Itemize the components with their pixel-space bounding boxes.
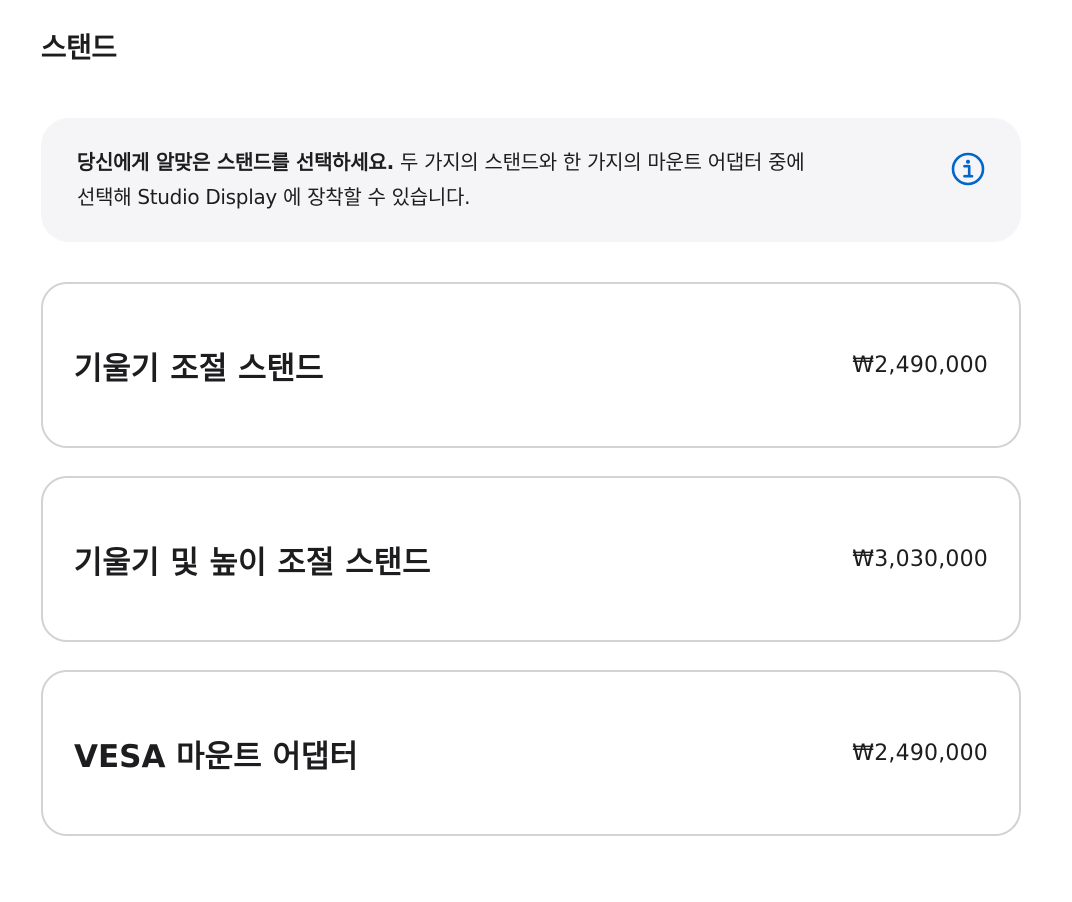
option-price: ₩2,490,000 [852, 740, 988, 766]
option-card-tilt-height-stand[interactable]: 기울기 및 높이 조절 스탠드 ₩3,030,000 [41, 476, 1021, 642]
option-name: 기울기 및 높이 조절 스탠드 [74, 544, 431, 581]
option-card-tilt-stand[interactable]: 기울기 조절 스탠드 ₩2,490,000 [41, 282, 1021, 448]
section-title: 스탠드 [41, 31, 117, 64]
info-box: 당신에게 알맞은 스탠드를 선택하세요. 두 가지의 스탠드와 한 가지의 마운… [41, 118, 1021, 242]
info-circle-icon[interactable] [950, 151, 986, 187]
option-name: 기울기 조절 스탠드 [74, 350, 324, 387]
option-card-vesa-mount[interactable]: VESA 마운트 어댑터 ₩2,490,000 [41, 670, 1021, 836]
info-text: 당신에게 알맞은 스탠드를 선택하세요. 두 가지의 스탠드와 한 가지의 마운… [77, 145, 907, 215]
info-line1-text: 두 가지의 스탠드와 한 가지의 마운트 어댑터 중에 [393, 150, 805, 174]
info-bold-text: 당신에게 알맞은 스탠드를 선택하세요. [77, 150, 394, 174]
option-price: ₩3,030,000 [852, 546, 988, 572]
stand-selection-page: 스탠드 당신에게 알맞은 스탠드를 선택하세요. 두 가지의 스탠드와 한 가지… [0, 0, 1072, 902]
info-line2-text: 선택해 Studio Display 에 장착할 수 있습니다. [77, 185, 471, 209]
option-name: VESA 마운트 어댑터 [74, 738, 359, 775]
option-price: ₩2,490,000 [852, 352, 988, 378]
